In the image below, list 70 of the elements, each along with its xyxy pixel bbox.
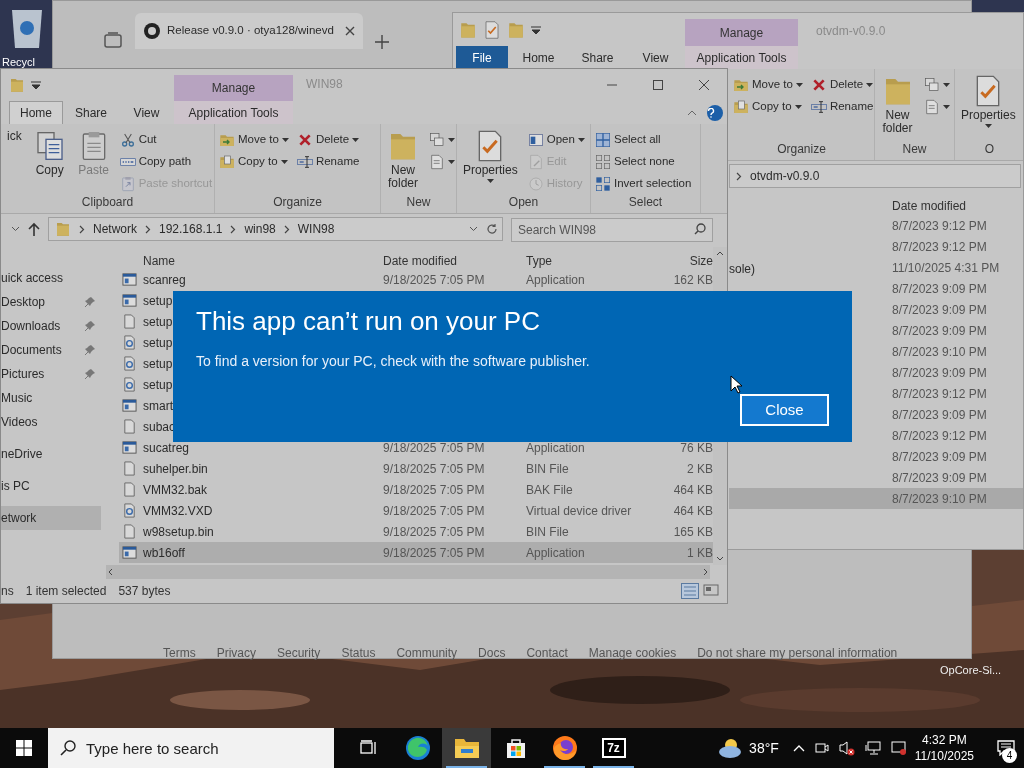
size-cell-text: 2 KB bbox=[686, 460, 713, 478]
date-cell-text: 8/7/2023 9:09 PM bbox=[892, 448, 987, 466]
date-cell-text: 8/7/2023 9:09 PM bbox=[892, 280, 987, 298]
status-text: 537 bytes bbox=[118, 583, 171, 600]
file-name: wb16off bbox=[143, 544, 185, 562]
date-cell-text: 8/7/2023 9:12 PM bbox=[892, 217, 987, 235]
file-name: setup bbox=[143, 313, 173, 331]
clock-time: 4:32 PM bbox=[922, 732, 967, 748]
file-name: VMM32.bak bbox=[143, 481, 208, 499]
clock-date: 11/10/2025 bbox=[914, 748, 974, 764]
date-cell-text: 8/7/2023 9:09 PM bbox=[892, 469, 987, 487]
group-label: Open bbox=[507, 194, 540, 211]
date-cell-text: 8/7/2023 9:09 PM bbox=[892, 364, 987, 382]
context-tab-header: Manage bbox=[685, 19, 798, 46]
date-cell-text: 8/7/2023 9:12 PM bbox=[892, 238, 987, 256]
group-label: Clipboard bbox=[80, 194, 135, 211]
app-label: 7z bbox=[601, 738, 626, 758]
group-label: Organize bbox=[776, 141, 827, 158]
type-cell-text: BAK File bbox=[526, 481, 574, 499]
group-label: New bbox=[901, 141, 928, 158]
size-cell-text: 464 KB bbox=[672, 502, 713, 520]
group-label: Organize bbox=[272, 194, 323, 211]
size-cell-text: 162 KB bbox=[672, 271, 713, 289]
type-cell-text: Application bbox=[526, 271, 586, 289]
weather-temperature: 38°F bbox=[749, 738, 779, 758]
status-text: 1 item selected bbox=[25, 583, 107, 600]
type-cell-text: Application bbox=[526, 439, 586, 457]
size-cell-text: 1 KB bbox=[686, 544, 713, 562]
group-label: New bbox=[405, 194, 432, 211]
type-cell-text: Application bbox=[526, 544, 586, 562]
date-cell-text: 9/18/2025 7:05 PM bbox=[383, 439, 486, 457]
size-cell-text: 165 KB bbox=[672, 523, 713, 541]
status-text: ns bbox=[1, 583, 14, 600]
type-cell-text: Virtual device driver bbox=[526, 502, 633, 520]
file-name: setup bbox=[143, 292, 173, 310]
file-name: scanreg bbox=[143, 271, 186, 289]
date-cell-text: 9/18/2025 7:05 PM bbox=[383, 481, 486, 499]
size-cell-text: 464 KB bbox=[672, 481, 713, 499]
date-cell-text: 8/7/2023 9:12 PM bbox=[892, 385, 987, 403]
window-title: otvdm-v0.9.0 bbox=[816, 23, 886, 40]
file-name: setup bbox=[143, 355, 173, 373]
file-name: w98setup.bin bbox=[143, 523, 214, 541]
file-name: sole) bbox=[729, 261, 755, 276]
size-cell-text: 76 KB bbox=[679, 439, 713, 457]
date-cell-text: 9/18/2025 7:05 PM bbox=[383, 523, 486, 541]
type-cell-text: BIN File bbox=[526, 460, 570, 478]
date-cell-text: 11/10/2025 4:31 PM bbox=[892, 259, 1000, 277]
file-name: setup bbox=[143, 376, 173, 394]
dialog-message: To find a version for your PC, check with the software publisher. bbox=[196, 352, 591, 371]
file-name: VMM32.VXD bbox=[143, 502, 213, 520]
date-cell-text: 8/7/2023 9:09 PM bbox=[892, 322, 987, 340]
date-cell-text: 9/18/2025 7:05 PM bbox=[383, 460, 486, 478]
file-name: smart bbox=[143, 397, 173, 415]
file-name: subac bbox=[143, 418, 176, 436]
date-cell-text: 9/18/2025 7:05 PM bbox=[383, 502, 486, 520]
date-cell-text: 8/7/2023 9:10 PM bbox=[892, 343, 987, 361]
dialog-title: This app can’t run on your PC bbox=[196, 305, 541, 337]
date-cell-text: 8/7/2023 9:12 PM bbox=[892, 427, 987, 445]
date-cell-text: 8/7/2023 9:10 PM bbox=[892, 490, 987, 508]
file-name: sucatreg bbox=[143, 439, 190, 457]
group-label: Select bbox=[627, 194, 664, 211]
context-tab-header: Manage bbox=[174, 75, 293, 101]
type-cell-text: BIN File bbox=[526, 523, 570, 541]
window-title: WIN98 bbox=[306, 76, 343, 93]
file-name: suhelper.bin bbox=[143, 460, 208, 478]
file-name: setup bbox=[143, 334, 173, 352]
date-cell-text: 9/18/2025 7:05 PM bbox=[383, 271, 486, 289]
date-cell-text: 8/7/2023 9:09 PM bbox=[892, 301, 987, 319]
date-cell-text: 9/18/2025 7:05 PM bbox=[383, 544, 486, 562]
group-label: O bbox=[983, 141, 996, 158]
